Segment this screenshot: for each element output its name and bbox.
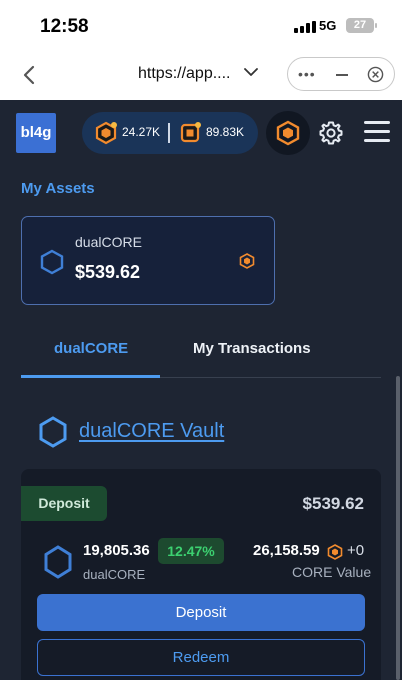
balance-2: 89.83K xyxy=(206,125,245,139)
core-button[interactable] xyxy=(266,111,310,155)
core-value: 26,158.59 xyxy=(253,542,320,559)
vault-title-row: dualCORE Vault xyxy=(38,414,288,450)
redeem-button[interactable]: Redeem xyxy=(37,639,365,676)
scrollbar[interactable] xyxy=(396,376,400,680)
core-value-label: CORE Value xyxy=(292,564,372,580)
tab-my-transactions[interactable]: My Transactions xyxy=(193,340,311,357)
status-bar: 12:58 5G 27 xyxy=(0,0,402,52)
dualcore-amount-label: dualCORE xyxy=(83,567,146,582)
tab-dualcore[interactable]: dualCORE xyxy=(54,340,128,357)
more-dots-icon[interactable]: ••• xyxy=(298,64,320,84)
core-token-icon xyxy=(239,253,255,269)
chevron-left-icon[interactable] xyxy=(14,60,44,90)
asset-name: dualCORE xyxy=(75,234,142,250)
vault-card: Deposit $539.62 19,805.36 12.47% dualCOR… xyxy=(21,469,381,680)
asset-card[interactable]: dualCORE $539.62 xyxy=(21,216,275,305)
status-time: 12:58 xyxy=(40,16,89,37)
active-tab-indicator xyxy=(21,375,160,378)
balances-pill[interactable]: 24.27K 89.83K xyxy=(82,112,258,154)
balance-divider xyxy=(168,123,170,143)
dualcore-amount: 19,805.36 xyxy=(83,542,150,559)
vault-total-value: $539.62 xyxy=(302,494,364,513)
hexagon-icon xyxy=(44,545,72,579)
browser-bar: https://app.... ••• xyxy=(0,52,402,100)
signal-icon xyxy=(294,21,316,33)
deposit-badge: Deposit xyxy=(21,486,107,521)
tab-bar: dualCORE My Transactions xyxy=(21,330,381,378)
core-token-icon xyxy=(276,120,300,146)
app-logo[interactable]: bl4g xyxy=(16,113,56,153)
hexagon-icon xyxy=(39,416,67,448)
hexagon-icon xyxy=(40,249,64,275)
my-assets-title: My Assets xyxy=(21,180,95,197)
core-delta: +0 xyxy=(347,542,365,559)
balance-1: 24.27K xyxy=(122,125,161,139)
asset-value: $539.62 xyxy=(75,262,141,282)
core-token-icon xyxy=(95,121,117,145)
browser-controls: ••• xyxy=(287,57,395,91)
chevron-down-icon[interactable] xyxy=(243,64,259,80)
minimize-icon[interactable] xyxy=(336,74,348,76)
core-token-icon xyxy=(327,544,343,560)
url-text[interactable]: https://app.... xyxy=(138,65,231,83)
battery-icon: 27 xyxy=(346,18,377,33)
hamburger-menu-icon[interactable] xyxy=(364,121,390,143)
gear-icon[interactable] xyxy=(318,120,344,146)
deposit-button[interactable]: Deposit xyxy=(37,594,365,631)
puzzle-token-icon xyxy=(180,122,201,143)
close-circle-icon[interactable] xyxy=(367,66,384,83)
apy-badge: 12.47% xyxy=(158,538,224,564)
app-header: bl4g 24.27K 89.83K xyxy=(0,100,402,166)
network-type: 5G xyxy=(319,18,337,33)
vault-title-link[interactable]: dualCORE Vault xyxy=(79,420,224,443)
